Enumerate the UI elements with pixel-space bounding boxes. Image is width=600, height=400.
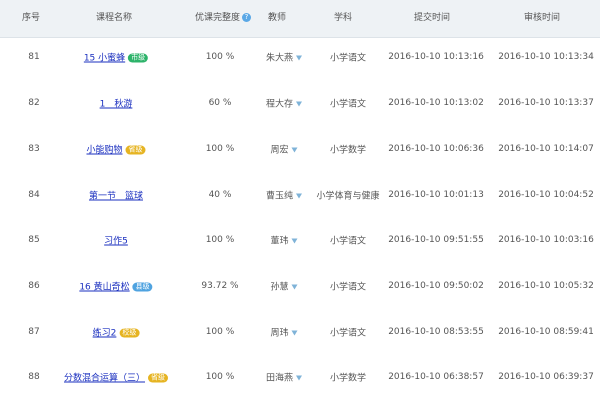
row-seq: 86 — [28, 281, 40, 291]
teacher-name: 周宏 — [270, 145, 289, 156]
level-badge: 市级 — [128, 53, 149, 63]
submit-time: 2016-10-10 10:06:36 — [388, 144, 484, 154]
subject-value: 小学语文 — [329, 99, 367, 110]
completeness-value: 100 % — [205, 52, 235, 62]
submit-time: 2016-10-10 06:38:57 — [388, 372, 484, 382]
course-title-link[interactable]: 小能购物 — [86, 146, 122, 156]
teacher-cell: 孙慧 — [270, 280, 298, 293]
teacher-name: 程大存 — [265, 99, 294, 110]
header-course: 课程名称 — [96, 13, 133, 23]
submit-time: 2016-10-10 10:13:16 — [388, 52, 484, 62]
filter-icon[interactable] — [296, 55, 303, 61]
review-time: 2016-10-10 10:14:07 — [498, 144, 594, 154]
row-seq: 83 — [28, 144, 40, 154]
teacher-cell: 周玮 — [270, 326, 298, 339]
header-teacher: 教师 — [268, 13, 287, 23]
header-completeness: 优课完整度? — [195, 0, 252, 37]
header-submit-time: 提交时间 — [414, 13, 451, 23]
teacher-name: 朱大燕 — [265, 53, 294, 64]
filter-icon[interactable] — [296, 193, 303, 199]
review-time: 2016-10-10 10:03:16 — [498, 235, 594, 245]
filter-icon[interactable] — [296, 101, 303, 107]
course-title-link[interactable]: 练习2 — [93, 329, 117, 339]
help-icon[interactable]: ? — [242, 13, 252, 22]
filter-icon[interactable] — [291, 284, 298, 290]
level-badge: 省级 — [125, 145, 146, 155]
filter-icon[interactable] — [291, 147, 298, 153]
course-cell: 练习2 校级 — [93, 326, 140, 339]
teacher-name: 曹玉纯 — [265, 191, 294, 202]
course-cell: 小能购物 省级 — [86, 143, 146, 156]
header-subject: 学科 — [334, 13, 353, 23]
submit-time: 2016-10-10 08:53:55 — [388, 327, 484, 337]
row-seq: 82 — [28, 98, 40, 108]
completeness-value: 100 % — [205, 235, 235, 245]
filter-icon[interactable] — [296, 375, 303, 381]
submit-time: 2016-10-10 10:13:02 — [388, 98, 484, 108]
course-cell: 习作5 — [104, 234, 128, 247]
course-cell: 16 黄山奇松 县级 — [79, 280, 153, 293]
completeness-value: 40 % — [208, 190, 232, 200]
header-seq: 序号 — [22, 13, 41, 23]
subject-value: 小学语文 — [329, 53, 367, 64]
subject-value: 小学语文 — [329, 328, 367, 339]
filter-icon[interactable] — [291, 238, 298, 244]
course-title-link[interactable]: 第一节 篮球 — [89, 192, 143, 202]
level-badge: 县级 — [132, 282, 153, 292]
filter-icon[interactable] — [291, 330, 298, 336]
row-seq: 88 — [28, 372, 40, 382]
teacher-cell: 曹玉纯 — [265, 189, 303, 202]
completeness-value: 93.72 % — [201, 281, 239, 291]
submit-time: 2016-10-10 09:50:02 — [388, 281, 484, 291]
row-seq: 87 — [28, 327, 40, 337]
header-completeness-label: 优课完整度 — [195, 13, 241, 23]
row-seq: 84 — [28, 190, 40, 200]
teacher-name: 田海燕 — [265, 373, 294, 384]
teacher-cell: 朱大燕 — [265, 51, 303, 64]
teacher-cell: 周宏 — [270, 143, 298, 156]
subject-value: 小学语文 — [329, 236, 367, 247]
review-time: 2016-10-10 10:05:32 — [498, 281, 594, 291]
review-time: 2016-10-10 10:04:52 — [498, 190, 594, 200]
course-cell: 分数混合运算（三） 省级 — [64, 371, 169, 384]
review-time: 2016-10-10 10:13:34 — [498, 52, 594, 62]
course-title-link[interactable]: 1 秋游 — [100, 100, 133, 110]
course-cell: 第一节 篮球 — [89, 189, 143, 202]
course-title-link[interactable]: 习作5 — [104, 237, 128, 247]
completeness-value: 100 % — [205, 144, 235, 154]
level-badge: 校级 — [119, 328, 140, 338]
subject-value: 小学语文 — [329, 282, 367, 293]
subject-value: 小学体育与健康 — [316, 191, 380, 202]
teacher-name: 孙慧 — [270, 282, 289, 293]
course-cell: 15 小蜜蜂 市级 — [84, 51, 149, 64]
completeness-value: 100 % — [205, 372, 235, 382]
completeness-value: 100 % — [205, 327, 235, 337]
course-title-link[interactable]: 15 小蜜蜂 — [84, 54, 125, 64]
review-time: 2016-10-10 06:39:37 — [498, 372, 594, 382]
course-cell: 1 秋游 — [100, 97, 133, 110]
teacher-cell: 程大存 — [265, 97, 303, 110]
review-time: 2016-10-10 10:13:37 — [498, 98, 594, 108]
submit-time: 2016-10-10 10:01:13 — [388, 190, 484, 200]
teacher-cell: 董玮 — [270, 234, 298, 247]
course-title-link[interactable]: 16 黄山奇松 — [79, 283, 129, 293]
row-seq: 85 — [28, 235, 40, 245]
table-header: 序号 课程名称 优课完整度? 教师 学科 提交时间 审核时间 — [0, 0, 600, 38]
teacher-name: 董玮 — [270, 236, 289, 247]
submit-time: 2016-10-10 09:51:55 — [388, 235, 484, 245]
teacher-cell: 田海燕 — [265, 371, 303, 384]
course-title-link[interactable]: 分数混合运算（三） — [64, 374, 145, 384]
level-badge: 省级 — [148, 373, 169, 383]
row-seq: 81 — [28, 52, 40, 62]
subject-value: 小学数学 — [329, 373, 367, 384]
review-time: 2016-10-10 08:59:41 — [498, 327, 594, 337]
completeness-value: 60 % — [208, 98, 232, 108]
teacher-name: 周玮 — [270, 328, 289, 339]
subject-value: 小学数学 — [329, 145, 367, 156]
header-review-time: 审核时间 — [524, 13, 561, 23]
